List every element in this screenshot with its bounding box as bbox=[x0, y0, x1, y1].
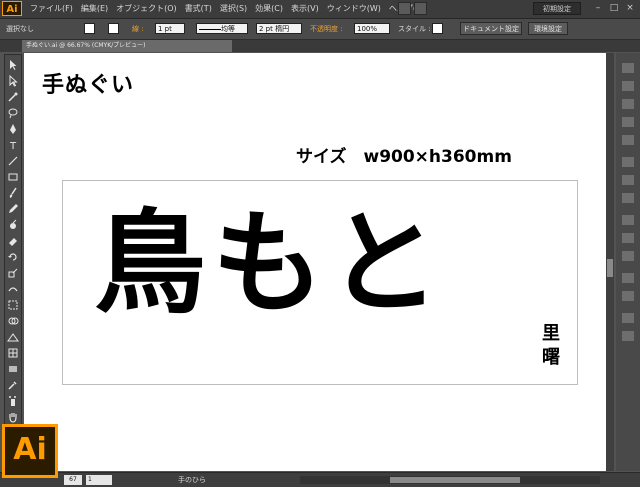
line-tool-icon[interactable] bbox=[7, 155, 19, 167]
artwork-size-label: サイズ w900×h360mm bbox=[296, 147, 512, 167]
horizontal-scrollbar[interactable] bbox=[300, 476, 600, 484]
current-tool-status[interactable]: 手のひら bbox=[178, 473, 206, 487]
minimize-button[interactable]: – bbox=[590, 2, 606, 15]
gradient-tool-icon[interactable] bbox=[7, 363, 19, 375]
arrange-documents-button[interactable] bbox=[414, 2, 427, 15]
fill-swatch[interactable] bbox=[84, 23, 95, 34]
brushes-panel-icon[interactable] bbox=[622, 117, 634, 127]
zoom-field[interactable]: 67 bbox=[64, 475, 82, 485]
tools-panel: T bbox=[4, 54, 22, 428]
maximize-button[interactable]: □ bbox=[606, 2, 622, 15]
illustrator-logo-icon[interactable]: Ai bbox=[2, 1, 22, 16]
swatches-panel-icon[interactable] bbox=[622, 99, 634, 109]
selection-status: 選択なし bbox=[6, 25, 34, 33]
selection-tool-icon[interactable] bbox=[7, 59, 19, 71]
workspace-switcher[interactable]: 初期設定 bbox=[533, 2, 581, 15]
close-button[interactable]: × bbox=[622, 2, 638, 15]
opacity-label[interactable]: 不透明度 : bbox=[310, 23, 343, 35]
brush-dropdown[interactable]: 2 pt 楕円 bbox=[256, 23, 302, 34]
scale-tool-icon[interactable] bbox=[7, 267, 19, 279]
preferences-button[interactable]: 環境設定 bbox=[528, 22, 568, 35]
warp-tool-icon[interactable] bbox=[7, 283, 19, 295]
symbol-sprayer-tool-icon[interactable] bbox=[7, 395, 19, 407]
align-panel-icon[interactable] bbox=[622, 313, 634, 323]
stroke-panel-icon[interactable] bbox=[622, 157, 634, 167]
type-tool-icon[interactable]: T bbox=[7, 139, 19, 151]
menu-window[interactable]: ウィンドウ(W) bbox=[323, 0, 385, 18]
transparency-panel-icon[interactable] bbox=[622, 193, 634, 203]
pen-tool-icon[interactable] bbox=[7, 123, 19, 135]
menu-list: ファイル(F) 編集(E) オブジェクト(O) 書式(T) 選択(S) 効果(C… bbox=[26, 0, 429, 18]
character-panel-icon[interactable] bbox=[622, 251, 634, 261]
svg-text:T: T bbox=[9, 141, 17, 151]
free-transform-tool-icon[interactable] bbox=[7, 299, 19, 311]
stroke-swatch[interactable] bbox=[108, 23, 119, 34]
color-panel-icon[interactable] bbox=[622, 63, 634, 73]
horizontal-scroll-thumb[interactable] bbox=[390, 477, 520, 483]
style-label: スタイル : bbox=[398, 25, 431, 33]
artwork-signature: 里曙 bbox=[542, 323, 560, 368]
document-setup-button[interactable]: ドキュメント設定 bbox=[460, 22, 522, 35]
stroke-label[interactable]: 線 : bbox=[132, 23, 144, 35]
mesh-tool-icon[interactable] bbox=[7, 347, 19, 359]
paintbrush-tool-icon[interactable] bbox=[7, 187, 19, 199]
hand-tool-icon[interactable] bbox=[7, 411, 19, 423]
pathfinder-panel-icon[interactable] bbox=[622, 331, 634, 341]
eyedropper-tool-icon[interactable] bbox=[7, 379, 19, 391]
document-tab[interactable]: 手ぬぐい.ai @ 66.67% (CMYK/プレビュー) bbox=[22, 40, 232, 52]
pencil-tool-icon[interactable] bbox=[7, 203, 19, 215]
layers-panel-icon[interactable] bbox=[622, 273, 634, 283]
status-bar: 67 1 手のひら bbox=[0, 472, 640, 487]
graphic-styles-panel-icon[interactable] bbox=[622, 233, 634, 243]
menu-file[interactable]: ファイル(F) bbox=[26, 0, 77, 18]
lasso-tool-icon[interactable] bbox=[7, 107, 19, 119]
symbols-panel-icon[interactable] bbox=[622, 135, 634, 145]
menu-edit[interactable]: 編集(E) bbox=[77, 0, 112, 18]
eraser-tool-icon[interactable] bbox=[7, 235, 19, 247]
menu-view[interactable]: 表示(V) bbox=[287, 0, 323, 18]
stroke-weight-field[interactable]: 1 pt bbox=[155, 23, 185, 34]
panel-dock bbox=[616, 53, 640, 471]
vertical-scrollbar[interactable] bbox=[606, 53, 614, 471]
blob-brush-tool-icon[interactable] bbox=[7, 219, 19, 231]
rectangle-tool-icon[interactable] bbox=[7, 171, 19, 183]
menu-bar: Ai ファイル(F) 編集(E) オブジェクト(O) 書式(T) 選択(S) 効… bbox=[0, 0, 640, 19]
control-bar: 選択なし 線 : 1 pt 均等 2 pt 楕円 不透明度 : 100% スタイ… bbox=[0, 19, 640, 40]
menu-object[interactable]: オブジェクト(O) bbox=[112, 0, 181, 18]
appearance-panel-icon[interactable] bbox=[622, 215, 634, 225]
magic-wand-tool-icon[interactable] bbox=[7, 91, 19, 103]
document-tab-bar: 手ぬぐい.ai @ 66.67% (CMYK/プレビュー) bbox=[0, 40, 640, 52]
menu-select[interactable]: 選択(S) bbox=[216, 0, 251, 18]
illustrator-badge-icon: Ai bbox=[2, 424, 58, 478]
stroke-profile-dropdown[interactable]: 均等 bbox=[196, 23, 248, 34]
vertical-scroll-thumb[interactable] bbox=[607, 259, 613, 277]
rotate-tool-icon[interactable] bbox=[7, 251, 19, 263]
shape-builder-tool-icon[interactable] bbox=[7, 315, 19, 327]
color-guide-panel-icon[interactable] bbox=[622, 81, 634, 91]
artboards-panel-icon[interactable] bbox=[622, 291, 634, 301]
gradient-panel-icon[interactable] bbox=[622, 175, 634, 185]
opacity-field[interactable]: 100% bbox=[354, 23, 390, 34]
direct-selection-tool-icon[interactable] bbox=[7, 75, 19, 87]
artwork-main-text: 鳥もと bbox=[94, 199, 446, 329]
artwork-title: 手ぬぐい bbox=[42, 72, 135, 98]
menu-type[interactable]: 書式(T) bbox=[181, 0, 216, 18]
bridge-button[interactable] bbox=[398, 2, 411, 15]
menu-effect[interactable]: 効果(C) bbox=[251, 0, 287, 18]
artboard-navigator[interactable]: 1 bbox=[86, 475, 112, 485]
perspective-grid-tool-icon[interactable] bbox=[7, 331, 19, 343]
graphic-style-swatch[interactable] bbox=[432, 23, 443, 34]
